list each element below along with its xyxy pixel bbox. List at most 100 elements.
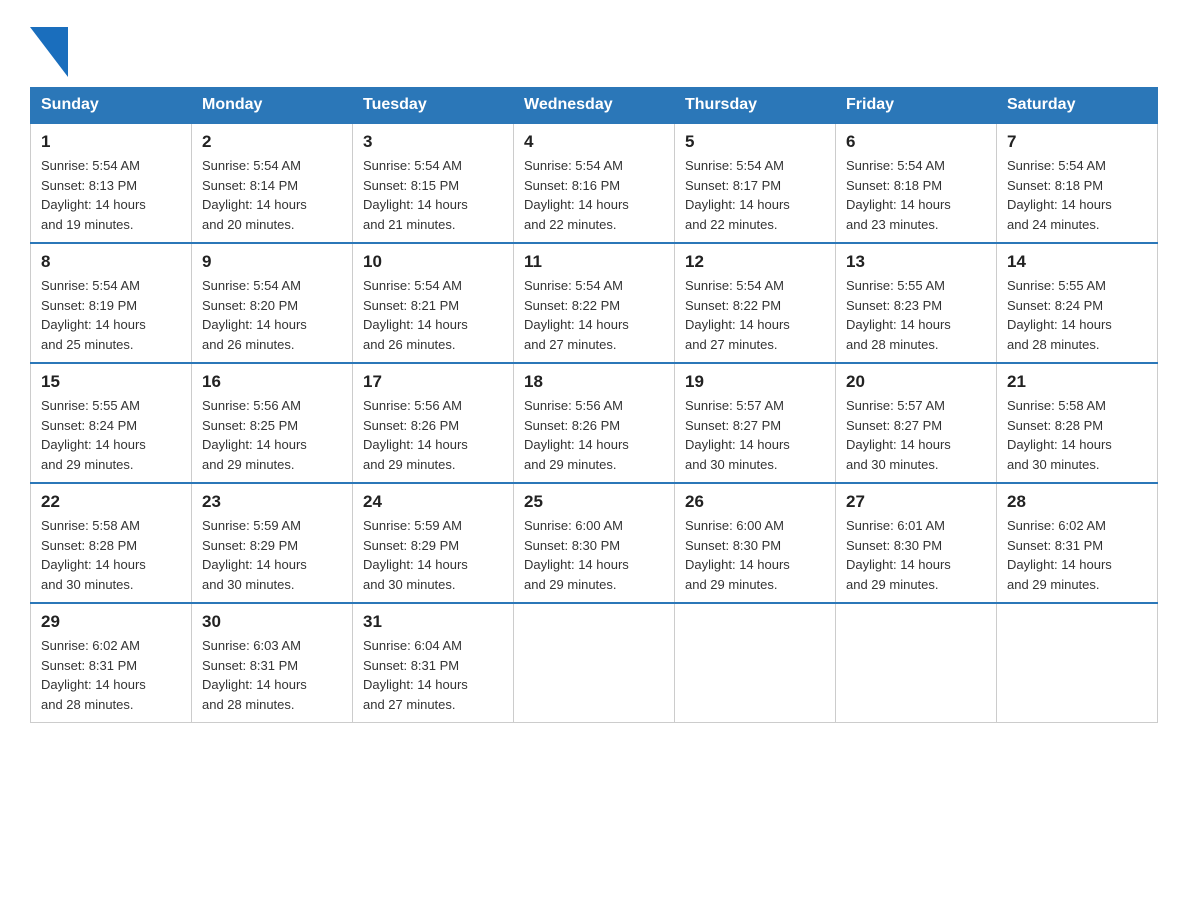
calendar-cell: 31 Sunrise: 6:04 AMSunset: 8:31 PMDayligh… xyxy=(353,603,514,723)
day-info: Sunrise: 5:55 AMSunset: 8:24 PMDaylight:… xyxy=(1007,276,1147,354)
day-number: 8 xyxy=(41,252,181,272)
day-number: 22 xyxy=(41,492,181,512)
calendar-cell: 26 Sunrise: 6:00 AMSunset: 8:30 PMDayligh… xyxy=(675,483,836,603)
day-number: 27 xyxy=(846,492,986,512)
day-number: 12 xyxy=(685,252,825,272)
day-info: Sunrise: 6:01 AMSunset: 8:30 PMDaylight:… xyxy=(846,516,986,594)
day-info: Sunrise: 5:55 AMSunset: 8:24 PMDaylight:… xyxy=(41,396,181,474)
day-info: Sunrise: 6:02 AMSunset: 8:31 PMDaylight:… xyxy=(41,636,181,714)
day-info: Sunrise: 6:03 AMSunset: 8:31 PMDaylight:… xyxy=(202,636,342,714)
calendar-cell: 30 Sunrise: 6:03 AMSunset: 8:31 PMDayligh… xyxy=(192,603,353,723)
header-friday: Friday xyxy=(836,88,997,124)
calendar-cell: 8 Sunrise: 5:54 AMSunset: 8:19 PMDaylight… xyxy=(31,243,192,363)
calendar-cell xyxy=(514,603,675,723)
day-info: Sunrise: 5:54 AMSunset: 8:17 PMDaylight:… xyxy=(685,156,825,234)
day-number: 28 xyxy=(1007,492,1147,512)
header-saturday: Saturday xyxy=(997,88,1158,124)
calendar-cell: 15 Sunrise: 5:55 AMSunset: 8:24 PMDayligh… xyxy=(31,363,192,483)
day-number: 3 xyxy=(363,132,503,152)
day-info: Sunrise: 5:58 AMSunset: 8:28 PMDaylight:… xyxy=(41,516,181,594)
day-number: 31 xyxy=(363,612,503,632)
calendar-cell: 9Sunrise: 5:54 AMSunset: 8:20 PMDaylight… xyxy=(192,243,353,363)
day-number: 4 xyxy=(524,132,664,152)
calendar-cell: 13 Sunrise: 5:55 AMSunset: 8:23 PMDayligh… xyxy=(836,243,997,363)
calendar-cell: 18 Sunrise: 5:56 AMSunset: 8:26 PMDayligh… xyxy=(514,363,675,483)
day-info: Sunrise: 5:54 AMSunset: 8:13 PMDaylight:… xyxy=(41,156,181,234)
calendar-cell: 2Sunrise: 5:54 AMSunset: 8:14 PMDaylight… xyxy=(192,123,353,243)
day-number: 30 xyxy=(202,612,342,632)
calendar-cell: 10 Sunrise: 5:54 AMSunset: 8:21 PMDayligh… xyxy=(353,243,514,363)
calendar-cell: 24 Sunrise: 5:59 AMSunset: 8:29 PMDayligh… xyxy=(353,483,514,603)
day-number: 13 xyxy=(846,252,986,272)
day-info: Sunrise: 5:54 AMSunset: 8:18 PMDaylight:… xyxy=(1007,156,1147,234)
day-info: Sunrise: 6:04 AMSunset: 8:31 PMDaylight:… xyxy=(363,636,503,714)
day-info: Sunrise: 5:59 AMSunset: 8:29 PMDaylight:… xyxy=(363,516,503,594)
calendar-cell: 5 Sunrise: 5:54 AMSunset: 8:17 PMDaylight… xyxy=(675,123,836,243)
day-number: 1 xyxy=(41,132,181,152)
day-info: Sunrise: 5:54 AMSunset: 8:14 PMDaylight:… xyxy=(202,156,342,234)
day-number: 16 xyxy=(202,372,342,392)
header-sunday: Sunday xyxy=(31,88,192,124)
calendar-cell: 29 Sunrise: 6:02 AMSunset: 8:31 PMDayligh… xyxy=(31,603,192,723)
day-number: 21 xyxy=(1007,372,1147,392)
calendar-week-row: 1 Sunrise: 5:54 AMSunset: 8:13 PMDaylight… xyxy=(31,123,1158,243)
day-number: 17 xyxy=(363,372,503,392)
header-monday: Monday xyxy=(192,88,353,124)
calendar-table: SundayMondayTuesdayWednesdayThursdayFrid… xyxy=(30,87,1158,723)
calendar-cell: 22 Sunrise: 5:58 AMSunset: 8:28 PMDayligh… xyxy=(31,483,192,603)
day-info: Sunrise: 5:55 AMSunset: 8:23 PMDaylight:… xyxy=(846,276,986,354)
day-info: Sunrise: 5:59 AMSunset: 8:29 PMDaylight:… xyxy=(202,516,342,594)
day-info: Sunrise: 5:57 AMSunset: 8:27 PMDaylight:… xyxy=(685,396,825,474)
calendar-week-row: 29 Sunrise: 6:02 AMSunset: 8:31 PMDayligh… xyxy=(31,603,1158,723)
day-number: 24 xyxy=(363,492,503,512)
day-info: Sunrise: 5:54 AMSunset: 8:22 PMDaylight:… xyxy=(524,276,664,354)
day-info: Sunrise: 6:00 AMSunset: 8:30 PMDaylight:… xyxy=(524,516,664,594)
calendar-cell: 12Sunrise: 5:54 AMSunset: 8:22 PMDayligh… xyxy=(675,243,836,363)
calendar-cell: 7Sunrise: 5:54 AMSunset: 8:18 PMDaylight… xyxy=(997,123,1158,243)
day-info: Sunrise: 5:56 AMSunset: 8:26 PMDaylight:… xyxy=(363,396,503,474)
calendar-cell: 14 Sunrise: 5:55 AMSunset: 8:24 PMDayligh… xyxy=(997,243,1158,363)
day-number: 20 xyxy=(846,372,986,392)
day-number: 29 xyxy=(41,612,181,632)
day-info: Sunrise: 5:57 AMSunset: 8:27 PMDaylight:… xyxy=(846,396,986,474)
day-number: 5 xyxy=(685,132,825,152)
day-info: Sunrise: 5:58 AMSunset: 8:28 PMDaylight:… xyxy=(1007,396,1147,474)
day-number: 15 xyxy=(41,372,181,392)
calendar-cell xyxy=(675,603,836,723)
logo-triangle-icon xyxy=(30,27,68,77)
header-thursday: Thursday xyxy=(675,88,836,124)
calendar-cell: 28 Sunrise: 6:02 AMSunset: 8:31 PMDayligh… xyxy=(997,483,1158,603)
day-info: Sunrise: 5:54 AMSunset: 8:16 PMDaylight:… xyxy=(524,156,664,234)
calendar-cell: 11 Sunrise: 5:54 AMSunset: 8:22 PMDayligh… xyxy=(514,243,675,363)
calendar-cell: 21 Sunrise: 5:58 AMSunset: 8:28 PMDayligh… xyxy=(997,363,1158,483)
day-info: Sunrise: 5:54 AMSunset: 8:18 PMDaylight:… xyxy=(846,156,986,234)
calendar-cell: 1 Sunrise: 5:54 AMSunset: 8:13 PMDaylight… xyxy=(31,123,192,243)
day-number: 19 xyxy=(685,372,825,392)
day-info: Sunrise: 5:56 AMSunset: 8:26 PMDaylight:… xyxy=(524,396,664,474)
day-number: 11 xyxy=(524,252,664,272)
calendar-week-row: 8 Sunrise: 5:54 AMSunset: 8:19 PMDaylight… xyxy=(31,243,1158,363)
calendar-week-row: 15 Sunrise: 5:55 AMSunset: 8:24 PMDayligh… xyxy=(31,363,1158,483)
calendar-cell: 4 Sunrise: 5:54 AMSunset: 8:16 PMDaylight… xyxy=(514,123,675,243)
header-tuesday: Tuesday xyxy=(353,88,514,124)
day-number: 10 xyxy=(363,252,503,272)
day-info: Sunrise: 5:54 AMSunset: 8:19 PMDaylight:… xyxy=(41,276,181,354)
calendar-cell: 25Sunrise: 6:00 AMSunset: 8:30 PMDayligh… xyxy=(514,483,675,603)
day-info: Sunrise: 6:00 AMSunset: 8:30 PMDaylight:… xyxy=(685,516,825,594)
day-info: Sunrise: 5:54 AMSunset: 8:21 PMDaylight:… xyxy=(363,276,503,354)
day-info: Sunrise: 5:56 AMSunset: 8:25 PMDaylight:… xyxy=(202,396,342,474)
calendar-cell: 27 Sunrise: 6:01 AMSunset: 8:30 PMDayligh… xyxy=(836,483,997,603)
day-number: 14 xyxy=(1007,252,1147,272)
calendar-cell xyxy=(836,603,997,723)
page-header xyxy=(30,20,1158,77)
calendar-header-row: SundayMondayTuesdayWednesdayThursdayFrid… xyxy=(31,88,1158,124)
calendar-cell: 19 Sunrise: 5:57 AMSunset: 8:27 PMDayligh… xyxy=(675,363,836,483)
logo xyxy=(30,20,72,77)
day-number: 6 xyxy=(846,132,986,152)
calendar-week-row: 22 Sunrise: 5:58 AMSunset: 8:28 PMDayligh… xyxy=(31,483,1158,603)
day-number: 18 xyxy=(524,372,664,392)
calendar-cell: 16 Sunrise: 5:56 AMSunset: 8:25 PMDayligh… xyxy=(192,363,353,483)
day-number: 26 xyxy=(685,492,825,512)
day-info: Sunrise: 5:54 AMSunset: 8:15 PMDaylight:… xyxy=(363,156,503,234)
day-info: Sunrise: 6:02 AMSunset: 8:31 PMDaylight:… xyxy=(1007,516,1147,594)
